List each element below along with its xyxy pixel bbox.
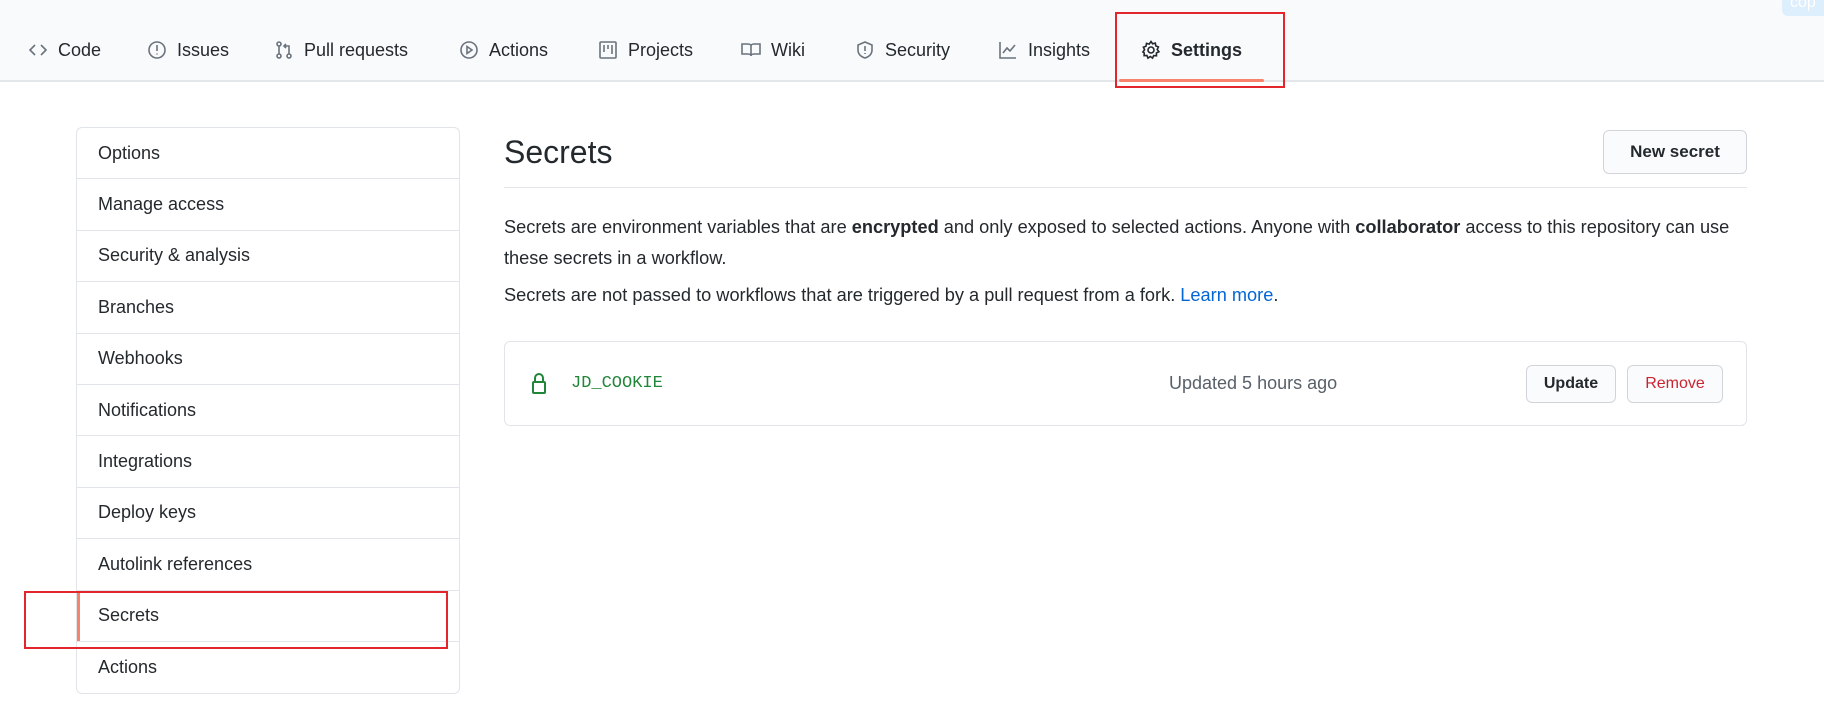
page-title: Secrets <box>504 134 613 170</box>
tab-wiki[interactable]: Wiki <box>741 36 805 64</box>
lock-icon <box>532 373 546 394</box>
tab-security[interactable]: Security <box>855 36 950 64</box>
repo-nav: Code Issues Pull requests Actions Projec… <box>0 0 1824 82</box>
tab-code[interactable]: Code <box>28 36 101 64</box>
book-icon <box>741 43 761 57</box>
sidebar-item-branches[interactable]: Branches <box>77 282 459 334</box>
sidebar-item-options[interactable]: Options <box>77 128 459 180</box>
fork-notice: Secrets are not passed to workflows that… <box>504 285 1279 305</box>
update-secret-button[interactable]: Update <box>1526 365 1616 403</box>
learn-more-link[interactable]: Learn more <box>1180 285 1273 305</box>
sidebar-item-deploy-keys[interactable]: Deploy keys <box>77 488 459 540</box>
sidebar-item-security-analysis[interactable]: Security & analysis <box>77 231 459 283</box>
secrets-description: Secrets are environment variables that a… <box>504 217 1730 268</box>
title-divider <box>504 187 1747 188</box>
sidebar-item-actions[interactable]: Actions <box>77 642 459 693</box>
sidebar-item-autolink-references[interactable]: Autolink references <box>77 539 459 591</box>
sidebar-item-notifications[interactable]: Notifications <box>77 385 459 437</box>
sidebar-item-integrations[interactable]: Integrations <box>77 436 459 488</box>
sidebar-item-manage-access[interactable]: Manage access <box>77 179 459 231</box>
pull-request-icon <box>276 41 292 59</box>
highlight-secrets-item <box>24 591 448 649</box>
sidebar-item-webhooks[interactable]: Webhooks <box>77 334 459 385</box>
tab-projects[interactable]: Projects <box>598 36 693 64</box>
project-icon <box>599 41 617 59</box>
secret-name: JD_COOKIE <box>571 374 663 393</box>
secret-row: JD_COOKIE Updated 5 hours ago Update Rem… <box>504 341 1747 426</box>
highlight-settings-tab <box>1115 12 1285 88</box>
tab-pull-requests[interactable]: Pull requests <box>274 36 408 64</box>
code-icon <box>28 44 48 56</box>
tab-issues[interactable]: Issues <box>147 36 229 64</box>
secret-updated: Updated 5 hours ago <box>1169 373 1338 393</box>
tab-actions[interactable]: Actions <box>459 36 548 64</box>
graph-icon <box>999 42 1016 59</box>
remove-secret-button[interactable]: Remove <box>1627 365 1723 403</box>
play-icon <box>460 41 478 59</box>
issue-icon <box>148 41 166 59</box>
new-secret-button[interactable]: New secret <box>1603 130 1747 174</box>
tab-insights[interactable]: Insights <box>998 36 1090 64</box>
corner-badge: cop <box>1782 0 1824 16</box>
shield-icon <box>857 41 873 59</box>
